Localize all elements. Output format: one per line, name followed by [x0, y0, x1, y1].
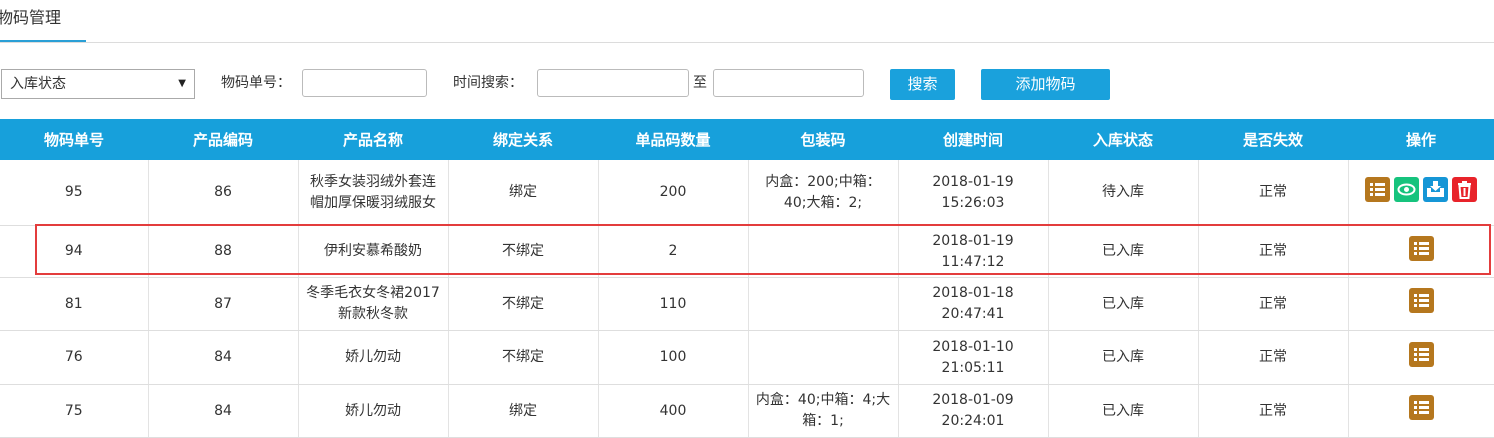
cell-time: 2018-01-19 15:26:03 — [898, 160, 1049, 226]
to-label: 至 — [693, 75, 707, 91]
end-time-input[interactable] — [713, 69, 864, 97]
tab-bar: 物码管理 — [0, 0, 1494, 43]
cell-product-code: 88 — [148, 225, 299, 278]
cell-qty: 400 — [598, 384, 749, 438]
filter-toolbar: 入库状态 ▼ 物码单号： 时间搜索： 至 搜索 添加物码 — [0, 43, 1494, 119]
cell-valid: 正常 — [1198, 330, 1349, 385]
cell-code: 94 — [0, 225, 149, 278]
cell-code: 75 — [0, 384, 149, 438]
col-header: 创建时间 — [898, 119, 1048, 160]
list-icon[interactable] — [1408, 341, 1434, 367]
table-row: 94 88 伊利安慕希酸奶 不绑定 2 2018-01-19 11:47:12 … — [0, 225, 1494, 278]
tab-code-management[interactable]: 物码管理 — [0, 0, 86, 42]
col-header: 单品码数量 — [598, 119, 748, 160]
cell-name: 冬季毛衣女冬裙2017新款秋冬款 — [298, 277, 449, 331]
cell-name: 娇儿勿动 — [298, 330, 449, 385]
cell-code: 95 — [0, 160, 149, 226]
table-row: 75 84 娇儿勿动 绑定 400 内盒：40;中箱：4;大箱：1; 2018-… — [0, 384, 1494, 438]
cell-name: 秋季女装羽绒外套连帽加厚保暖羽绒服女 — [298, 160, 449, 226]
cell-bind: 不绑定 — [448, 330, 599, 385]
cell-status: 已入库 — [1048, 384, 1199, 438]
caret-down-icon: ▼ — [178, 78, 186, 89]
cell-valid: 正常 — [1198, 277, 1349, 331]
table-header-row: 物码单号 产品编码 产品名称 绑定关系 单品码数量 包装码 创建时间 入库状态 … — [0, 119, 1494, 160]
list-icon[interactable] — [1365, 176, 1391, 202]
cell-product-code: 86 — [148, 160, 299, 226]
cell-status: 已入库 — [1048, 330, 1199, 385]
col-header: 绑定关系 — [448, 119, 598, 160]
cell-product-code: 84 — [148, 330, 299, 385]
code-label: 物码单号： — [221, 75, 291, 91]
col-header: 物码单号 — [0, 119, 148, 160]
cell-package — [748, 225, 899, 278]
cell-code: 81 — [0, 277, 149, 331]
code-table: 物码单号 产品编码 产品名称 绑定关系 单品码数量 包装码 创建时间 入库状态 … — [0, 119, 1494, 438]
cell-name: 伊利安慕希酸奶 — [298, 225, 449, 278]
cell-qty: 200 — [598, 160, 749, 226]
cell-product-code: 84 — [148, 384, 299, 438]
table-row: 76 84 娇儿勿动 不绑定 100 2018-01-10 21:05:11 已… — [0, 330, 1494, 385]
cell-bind: 绑定 — [448, 160, 599, 226]
list-icon[interactable] — [1408, 235, 1434, 261]
code-input[interactable] — [302, 69, 427, 97]
cell-code: 76 — [0, 330, 149, 385]
cell-actions — [1348, 277, 1494, 331]
add-code-button[interactable]: 添加物码 — [981, 69, 1110, 100]
col-header: 包装码 — [748, 119, 898, 160]
col-header: 是否失效 — [1198, 119, 1348, 160]
trash-icon[interactable] — [1452, 176, 1478, 202]
cell-actions — [1348, 160, 1494, 226]
list-icon[interactable] — [1408, 288, 1434, 313]
col-header: 操作 — [1348, 119, 1494, 160]
cell-valid: 正常 — [1198, 160, 1349, 226]
col-header: 产品名称 — [298, 119, 448, 160]
cell-time: 2018-01-10 21:05:11 — [898, 330, 1049, 385]
status-select[interactable]: 入库状态 ▼ — [1, 69, 195, 99]
cell-qty: 100 — [598, 330, 749, 385]
cell-package — [748, 277, 899, 331]
cell-package — [748, 330, 899, 385]
cell-status: 已入库 — [1048, 277, 1199, 331]
cell-package: 内盒：40;中箱：4;大箱：1; — [748, 384, 899, 438]
cell-product-code: 87 — [148, 277, 299, 331]
eye-icon[interactable] — [1394, 176, 1420, 202]
col-header: 入库状态 — [1048, 119, 1198, 160]
cell-qty: 2 — [598, 225, 749, 278]
time-label: 时间搜索： — [453, 75, 523, 91]
cell-time: 2018-01-09 20:24:01 — [898, 384, 1049, 438]
cell-qty: 110 — [598, 277, 749, 331]
cell-status: 已入库 — [1048, 225, 1199, 278]
col-header: 产品编码 — [148, 119, 298, 160]
cell-actions — [1348, 225, 1494, 278]
cell-valid: 正常 — [1198, 225, 1349, 278]
cell-time: 2018-01-18 20:47:41 — [898, 277, 1049, 331]
cell-package: 内盒：200;中箱：40;大箱：2; — [748, 160, 899, 226]
cell-name: 娇儿勿动 — [298, 384, 449, 438]
start-time-input[interactable] — [537, 69, 689, 97]
cell-bind: 不绑定 — [448, 225, 599, 278]
cell-bind: 不绑定 — [448, 277, 599, 331]
cell-actions — [1348, 330, 1494, 385]
table-row: 81 87 冬季毛衣女冬裙2017新款秋冬款 不绑定 110 2018-01-1… — [0, 277, 1494, 331]
cell-actions — [1348, 384, 1494, 438]
search-button[interactable]: 搜索 — [890, 69, 955, 100]
cell-status: 待入库 — [1048, 160, 1199, 226]
cell-valid: 正常 — [1198, 384, 1349, 438]
table-row: 95 86 秋季女装羽绒外套连帽加厚保暖羽绒服女 绑定 200 内盒：200;中… — [0, 160, 1494, 226]
list-icon[interactable] — [1408, 395, 1434, 420]
cell-bind: 绑定 — [448, 384, 599, 438]
save-icon[interactable] — [1423, 176, 1449, 202]
cell-time: 2018-01-19 11:47:12 — [898, 225, 1049, 278]
status-select-value: 入库状态 — [10, 76, 66, 92]
